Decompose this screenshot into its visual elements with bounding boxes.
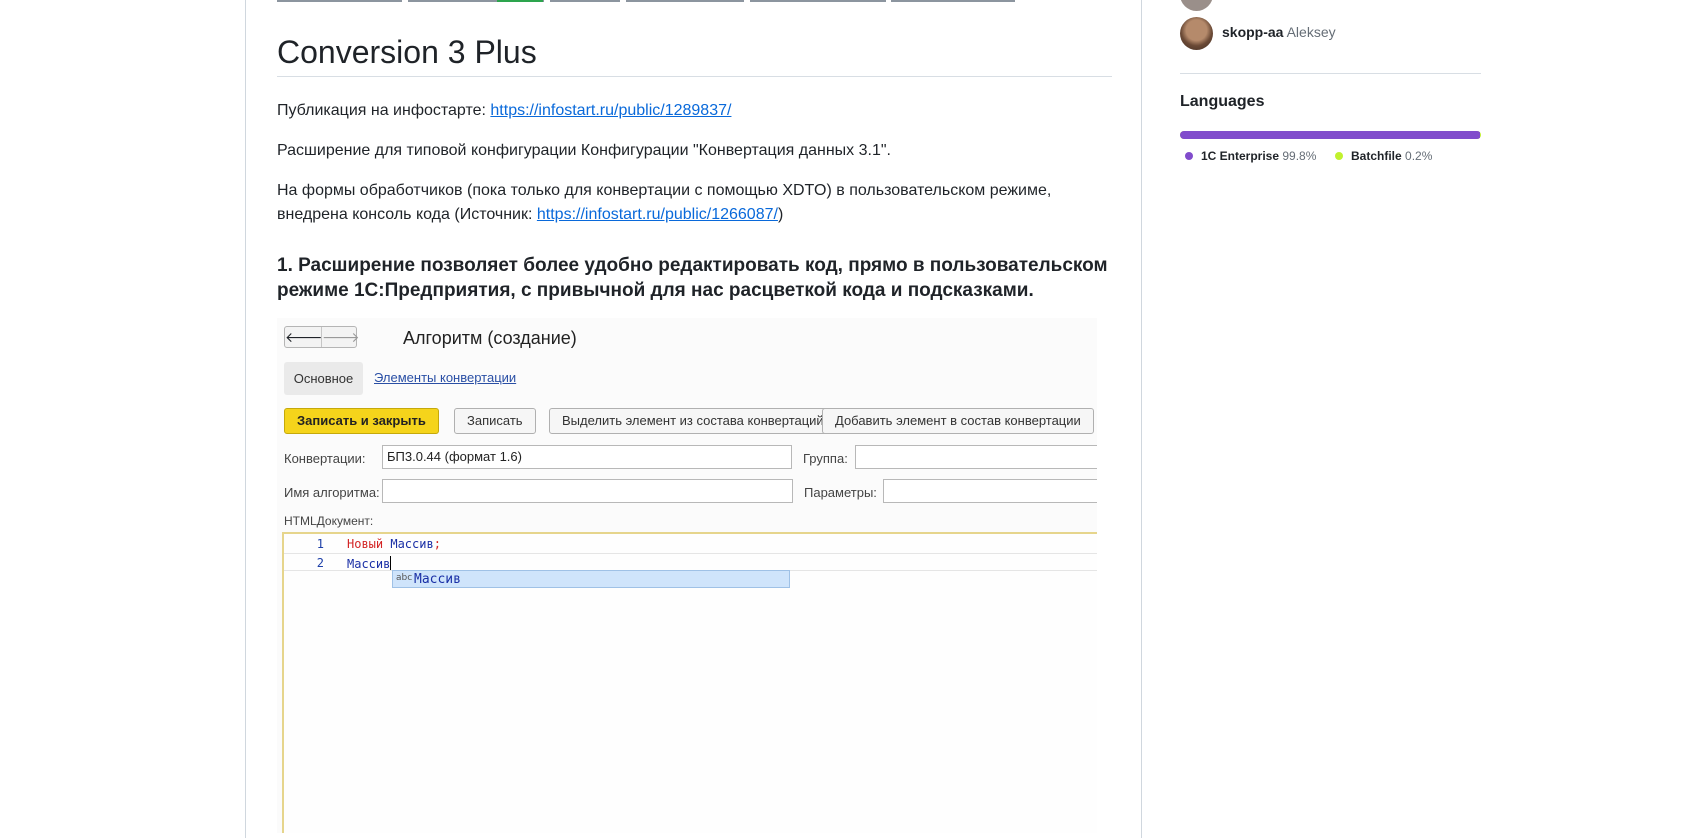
paragraph-console: На формы обработчиков (пока только для к… — [277, 179, 1117, 227]
top-tab-strip — [277, 0, 1087, 2]
readme-heading-feature-1: 1. Расширение позволяет более удобно ред… — [277, 255, 1108, 301]
algorithm-name-label: Имя алгоритма: — [284, 485, 380, 500]
console-text-end: ) — [777, 206, 784, 223]
add-element-button[interactable]: Добавить элемент в состав конвертации — [822, 408, 1094, 434]
tab-main[interactable]: Основное — [284, 362, 363, 395]
parameters-field[interactable] — [883, 479, 1097, 503]
group-field[interactable] — [855, 445, 1097, 469]
contributor-avatar[interactable] — [1180, 17, 1213, 50]
identifier-token: Массив — [390, 537, 434, 551]
language-percent: 99.8% — [1282, 149, 1317, 163]
contributor-entry[interactable]: skopp-aa Aleksey — [1222, 24, 1336, 40]
tab-conversion-elements[interactable]: Элементы конвертации — [374, 370, 516, 385]
readme-title: Conversion 3 Plus — [277, 30, 1112, 77]
screenshot-1c-form: 🡐 🡒 Алгоритм (создание) Основное Элемент… — [277, 318, 1097, 833]
autocomplete-item[interactable]: abc Массив — [392, 570, 790, 588]
languages-heading: Languages — [1180, 93, 1265, 110]
languages-bar — [1180, 131, 1481, 139]
line-number: 2 — [316, 556, 324, 570]
nav-buttons: 🡐 🡒 — [284, 326, 360, 348]
text-caret — [390, 556, 392, 570]
line-number: 1 — [316, 537, 324, 551]
conversions-label: Конвертации: — [284, 451, 366, 466]
infostart-link-1266087[interactable]: https://infostart.ru/public/1266087/ — [537, 206, 778, 223]
language-color-dot — [1335, 152, 1343, 160]
back-arrow-icon[interactable]: 🡐 — [285, 327, 323, 347]
contributor-name: Aleksey — [1286, 24, 1336, 40]
keyword-token: Новый — [347, 537, 384, 551]
contributor-login[interactable]: skopp-aa — [1222, 24, 1283, 40]
language-item-1c-enterprise[interactable]: 1C Enterprise 99.8% — [1185, 149, 1316, 163]
code-line-2: Массив — [347, 556, 392, 571]
code-line-1: Новый Массив; — [347, 537, 441, 551]
semicolon-token: ; — [433, 537, 441, 551]
language-name: Batchfile — [1351, 149, 1402, 163]
paragraph-publication: Публикация на инфостарте: https://infost… — [277, 99, 1117, 123]
abc-icon: abc — [396, 573, 413, 583]
avatar[interactable] — [1180, 0, 1213, 11]
save-button[interactable]: Записать — [454, 408, 536, 434]
html-document-label: HTMLДокумент: — [284, 514, 374, 528]
languages-bar-1c-enterprise — [1180, 131, 1481, 139]
group-label: Группа: — [803, 451, 848, 466]
form-title: Алгоритм (создание) — [403, 328, 577, 348]
autocomplete-item-label: Массив — [414, 572, 461, 587]
language-percent: 0.2% — [1405, 149, 1433, 163]
language-color-dot — [1185, 152, 1193, 160]
infostart-link-1289837[interactable]: https://infostart.ru/public/1289837/ — [490, 102, 731, 119]
conversions-field[interactable]: БП3.0.44 (формат 1.6) — [382, 445, 792, 469]
parameters-label: Параметры: — [804, 485, 877, 500]
forward-arrow-icon[interactable]: 🡒 — [322, 327, 360, 347]
language-name: 1C Enterprise — [1201, 149, 1280, 163]
save-and-close-button[interactable]: Записать и закрыть — [284, 408, 439, 434]
code-editor[interactable]: 1 Новый Массив; 2 Массив abc Массив — [282, 532, 1097, 833]
publication-text: Публикация на инфостарте: — [277, 102, 491, 119]
sidebar-divider — [1180, 73, 1481, 74]
paragraph-extension: Расширение для типовой конфигурации Конф… — [277, 142, 891, 159]
identifier-token: Массив — [347, 557, 391, 571]
extract-element-button[interactable]: Выделить элемент из состава конвертаций — [549, 408, 837, 434]
language-item-batchfile[interactable]: Batchfile 0.2% — [1335, 149, 1432, 163]
algorithm-name-field[interactable] — [382, 479, 793, 503]
current-line-highlight — [284, 553, 1097, 571]
